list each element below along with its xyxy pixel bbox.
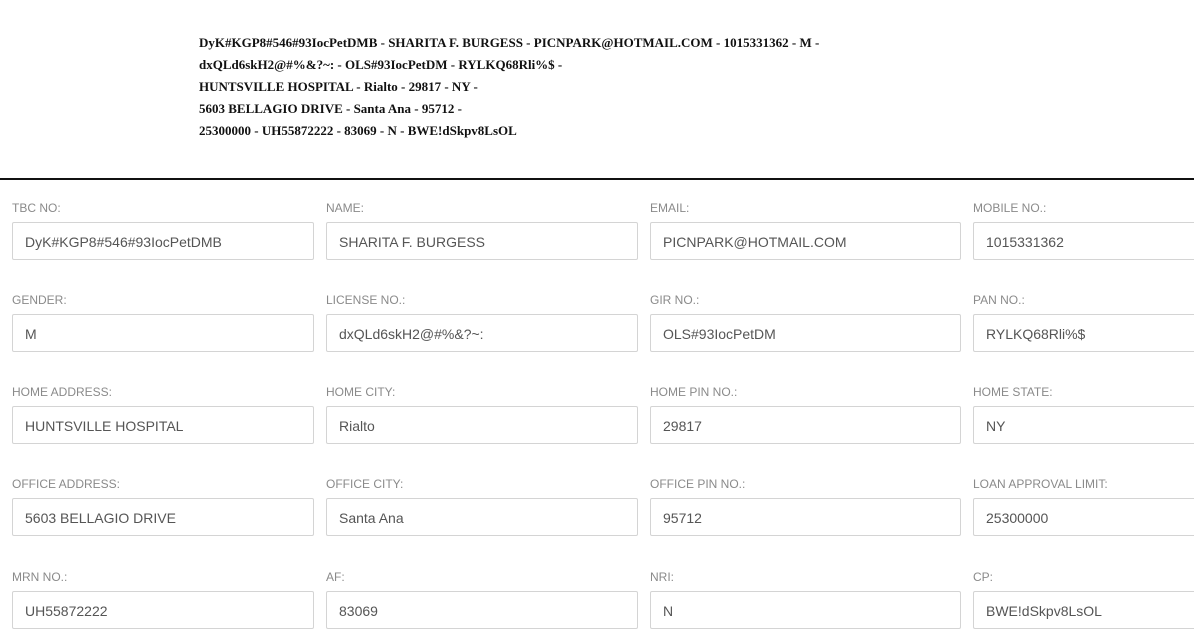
summary-text: DyK#KGP8#546#93IocPetDMB - SHARITA F. BU… [199, 32, 899, 142]
license-no-input[interactable]: dxQLd6skH2@#%&?~: [326, 314, 638, 352]
home-city-label: HOME CITY: [326, 385, 396, 399]
office-address-label: OFFICE ADDRESS: [12, 477, 121, 491]
name-input[interactable]: SHARITA F. BURGESS [326, 222, 638, 260]
mobile-no-label: MOBILE NO.: [973, 201, 1047, 215]
af-input[interactable]: 83069 [326, 591, 638, 629]
office-pin-no-input[interactable]: 95712 [650, 498, 961, 536]
pan-no-input[interactable]: RYLKQ68Rli%$ [973, 314, 1194, 352]
home-pin-no-field: HOME PIN NO.: 29817 [650, 385, 961, 444]
home-pin-no-input[interactable]: 29817 [650, 406, 961, 444]
home-city-input[interactable]: Rialto [326, 406, 638, 444]
home-pin-no-label: HOME PIN NO.: [650, 385, 738, 399]
office-city-label: OFFICE CITY: [326, 477, 404, 491]
mrn-no-label: MRN NO.: [12, 570, 68, 584]
record-form: TBC NO: DyK#KGP8#546#93IocPetDMB NAME: S… [0, 180, 1194, 643]
mobile-no-input[interactable]: 1015331362 [973, 222, 1194, 260]
gender-field: GENDER: M [12, 293, 314, 352]
loan-approval-limit-field: LOAN APPROVAL LIMIT: 25300000 [973, 477, 1194, 536]
gender-label: GENDER: [12, 293, 67, 307]
pan-no-label: PAN NO.: [973, 293, 1025, 307]
license-no-label: LICENSE NO.: [326, 293, 406, 307]
name-label: NAME: [326, 201, 365, 215]
nri-field: NRI: N [650, 570, 961, 629]
tbc-no-input[interactable]: DyK#KGP8#546#93IocPetDMB [12, 222, 314, 260]
email-label: EMAIL: [650, 201, 690, 215]
office-address-field: OFFICE ADDRESS: 5603 BELLAGIO DRIVE [12, 477, 314, 536]
summary-line: DyK#KGP8#546#93IocPetDMB - SHARITA F. BU… [199, 35, 820, 50]
gir-no-label: GIR NO.: [650, 293, 700, 307]
email-field: EMAIL: PICNPARK@HOTMAIL.COM [650, 201, 961, 260]
tbc-no-field: TBC NO: DyK#KGP8#546#93IocPetDMB [12, 201, 314, 260]
home-state-field: HOME STATE: NY [973, 385, 1194, 444]
af-field: AF: 83069 [326, 570, 638, 629]
gender-input[interactable]: M [12, 314, 314, 352]
tbc-no-label: TBC NO: [12, 201, 61, 215]
summary-line: 5603 BELLAGIO DRIVE - Santa Ana - 95712 … [199, 101, 462, 116]
email-input[interactable]: PICNPARK@HOTMAIL.COM [650, 222, 961, 260]
home-address-field: HOME ADDRESS: HUNTSVILLE HOSPITAL [12, 385, 314, 444]
mrn-no-input[interactable]: UH55872222 [12, 591, 314, 629]
mobile-no-field: MOBILE NO.: 1015331362 [973, 201, 1194, 260]
office-city-field: OFFICE CITY: Santa Ana [326, 477, 638, 536]
license-no-field: LICENSE NO.: dxQLd6skH2@#%&?~: [326, 293, 638, 352]
gir-no-field: GIR NO.: OLS#93IocPetDM [650, 293, 961, 352]
office-pin-no-label: OFFICE PIN NO.: [650, 477, 746, 491]
summary-line: dxQLd6skH2@#%&?~: - OLS#93IocPetDM - RYL… [199, 57, 563, 72]
gir-no-input[interactable]: OLS#93IocPetDM [650, 314, 961, 352]
loan-approval-limit-label: LOAN APPROVAL LIMIT: [973, 477, 1108, 491]
nri-input[interactable]: N [650, 591, 961, 629]
pan-no-field: PAN NO.: RYLKQ68Rli%$ [973, 293, 1194, 352]
cp-label: CP: [973, 570, 994, 584]
af-label: AF: [326, 570, 345, 584]
office-pin-no-field: OFFICE PIN NO.: 95712 [650, 477, 961, 536]
office-address-input[interactable]: 5603 BELLAGIO DRIVE [12, 498, 314, 536]
name-field: NAME: SHARITA F. BURGESS [326, 201, 638, 260]
summary-line: 25300000 - UH55872222 - 83069 - N - BWE!… [199, 123, 517, 138]
summary-line: HUNTSVILLE HOSPITAL - Rialto - 29817 - N… [199, 79, 478, 94]
home-address-input[interactable]: HUNTSVILLE HOSPITAL [12, 406, 314, 444]
office-city-input[interactable]: Santa Ana [326, 498, 638, 536]
nri-label: NRI: [650, 570, 674, 584]
mrn-no-field: MRN NO.: UH55872222 [12, 570, 314, 629]
cp-field: CP: BWE!dSkpv8LsOL [973, 570, 1194, 629]
home-state-input[interactable]: NY [973, 406, 1194, 444]
cp-input[interactable]: BWE!dSkpv8LsOL [973, 591, 1194, 629]
home-address-label: HOME ADDRESS: [12, 385, 113, 399]
home-state-label: HOME STATE: [973, 385, 1053, 399]
loan-approval-limit-input[interactable]: 25300000 [973, 498, 1194, 536]
home-city-field: HOME CITY: Rialto [326, 385, 638, 444]
